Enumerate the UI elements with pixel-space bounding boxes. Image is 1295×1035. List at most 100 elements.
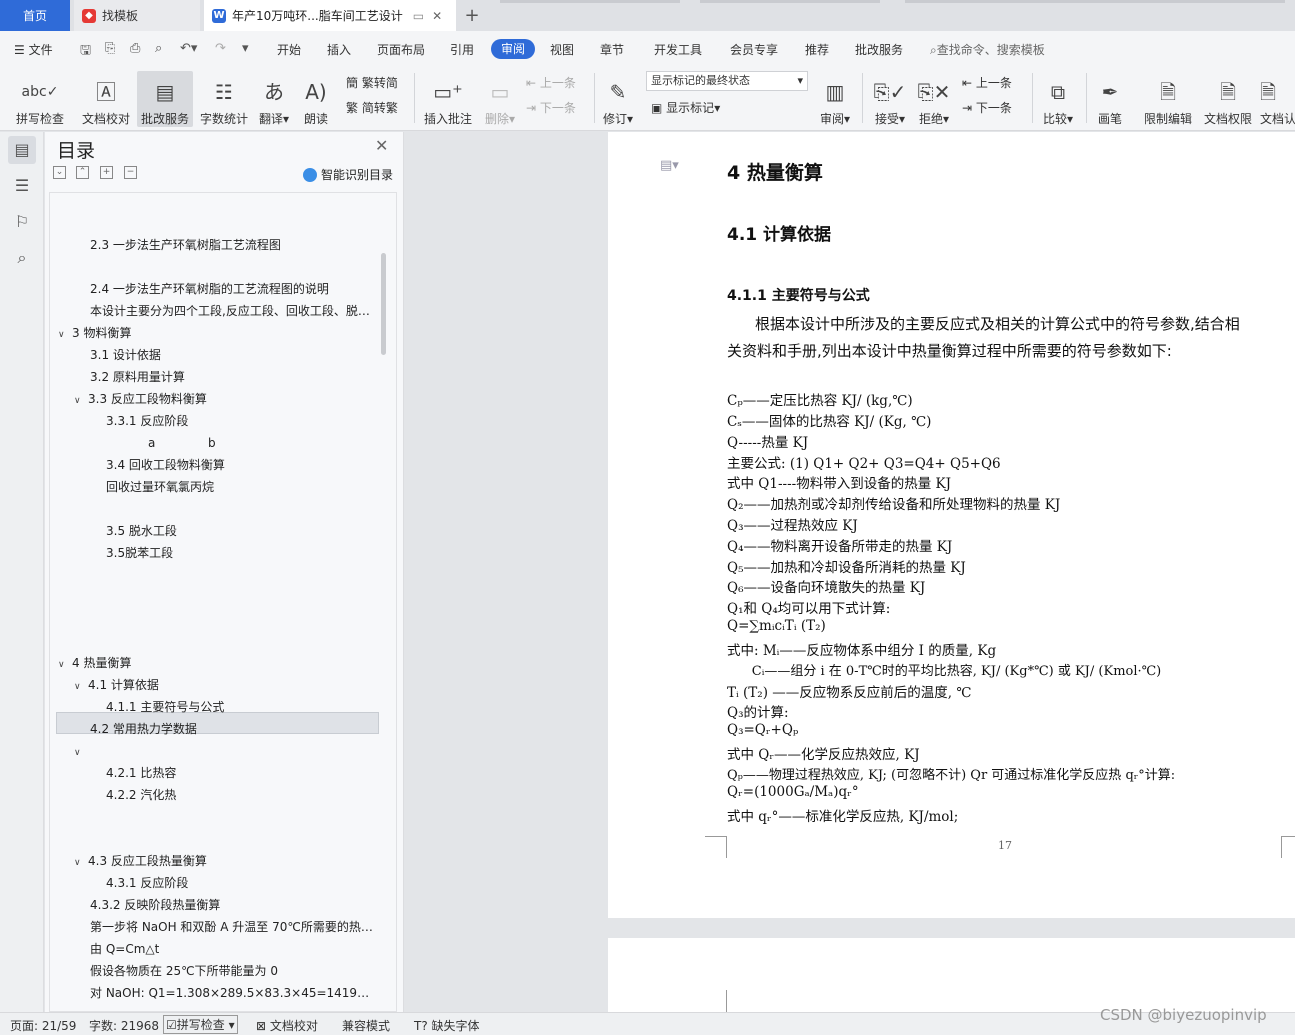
menu-correction-service[interactable]: 批改服务	[855, 40, 903, 60]
word-count-button[interactable]: ☷ 字数统计	[196, 71, 252, 127]
print-icon[interactable]: ⎙	[130, 41, 140, 56]
menu-references[interactable]: 引用	[450, 40, 474, 60]
missing-fonts[interactable]: T? 缺失字体	[414, 1017, 480, 1034]
save-icon[interactable]: 🖫	[80, 41, 91, 63]
toc-item[interactable]: 3.1 设计依据	[90, 344, 161, 366]
chevron-down-icon[interactable]: ∨	[74, 390, 88, 410]
document-page[interactable]: ▤▾ 4 热量衡算 4.1 计算依据 4.1.1 主要符号与公式 根据本设计中所…	[608, 132, 1295, 918]
toc-item[interactable]: 4.2.1 比热容	[106, 762, 176, 784]
chevron-down-icon[interactable]: ∨	[58, 324, 72, 344]
collapse-all-icon[interactable]: ⌃	[76, 166, 89, 179]
toc-item[interactable]: 4.2 常用热力学数据	[90, 718, 197, 740]
bookmark-icon[interactable]: ⚐	[8, 208, 36, 236]
toc-item[interactable]: 假设各物质在 25℃下所带能量为 0	[90, 960, 278, 982]
chevron-down-icon[interactable]: ∨	[58, 654, 72, 674]
menu-file[interactable]: ☰ 文件	[14, 40, 53, 60]
pen-button[interactable]: ✒ 画笔	[1092, 71, 1128, 127]
menu-developer[interactable]: 开发工具	[654, 40, 702, 60]
remove-heading-icon[interactable]: −	[124, 166, 137, 179]
toc-item[interactable]: 4.1.1 主要符号与公式	[106, 696, 224, 718]
document-proofread-button[interactable]: 🄰 文档校对	[78, 71, 134, 127]
chevron-down-icon[interactable]: ∨	[74, 852, 88, 872]
tab-document[interactable]: W 年产10万吨环...脂车间工艺设计 ▭ ✕	[204, 0, 456, 31]
toc-item[interactable]: 由 Q=Cm△t	[90, 938, 159, 960]
toc-item[interactable]: 本设计主要分为四个工段,反应工段、回收工段、脱…	[90, 300, 375, 322]
tab-home[interactable]: 首页	[0, 0, 70, 31]
document-certify-button[interactable]: 🗎 文档认	[1260, 71, 1295, 127]
markup-state-select[interactable]: 显示标记的最终状态 ▾	[646, 71, 808, 91]
add-heading-icon[interactable]: +	[100, 166, 113, 179]
toc-item[interactable]: ∨ 3.3 反应工段物料衡算	[74, 388, 207, 410]
toc-item[interactable]: 2.3 一步法生产环氧树脂工艺流程图	[90, 234, 281, 256]
track-changes-button[interactable]: ✎ 修订▾	[598, 71, 638, 127]
restrict-editing-button[interactable]: 🗎 限制编辑	[1140, 71, 1196, 127]
accept-button[interactable]: ⎘✓ 接受▾	[870, 71, 910, 127]
paragraph-menu-icon[interactable]: ▤▾	[660, 158, 679, 173]
close-icon[interactable]: ✕	[375, 136, 388, 155]
status-proofread[interactable]: ⊠ 文档校对	[256, 1017, 318, 1034]
trad-to-simp-button[interactable]: 簡 繁转简	[346, 74, 398, 92]
toc-item[interactable]: ∨ 3 物料衡算	[58, 322, 131, 344]
toc-item[interactable]: a	[148, 432, 155, 454]
menu-insert[interactable]: 插入	[327, 40, 351, 60]
toc-item[interactable]: ∨ 4.1 计算依据	[74, 674, 159, 696]
chevron-down-icon[interactable]: ∨	[74, 676, 88, 696]
smart-toc-button[interactable]: 智能识别目录	[303, 166, 393, 183]
review-pane-button[interactable]: ▥ 审阅▾	[816, 71, 854, 127]
toc-item[interactable]: 3.5 脱水工段	[106, 520, 177, 542]
toc-item[interactable]: ∨ 4.3 反应工段热量衡算	[74, 850, 207, 872]
prev-change-button[interactable]: ⇤ 上一条	[962, 74, 1012, 92]
insert-comment-button[interactable]: ▭⁺ 插入批注	[420, 71, 476, 127]
menu-member[interactable]: 会员专享	[730, 40, 778, 60]
toc-item[interactable]: 3.4 回收工段物料衡算	[106, 454, 225, 476]
simp-to-trad-button[interactable]: 繁 简转繁	[346, 99, 398, 117]
toc-item[interactable]: 对 NaOH: Q1=1.308×289.5×83.3×45=141985…	[90, 982, 375, 1004]
document-page[interactable]	[608, 938, 1295, 1012]
toc-item[interactable]: 2.4 一步法生产环氧树脂的工艺流程图的说明	[90, 278, 329, 300]
menu-page-layout[interactable]: 页面布局	[377, 40, 425, 60]
compare-button[interactable]: ⧉ 比较▾	[1038, 71, 1078, 127]
reject-button[interactable]: ⎘✕ 拒绝▾	[914, 71, 954, 127]
toc-item-selected[interactable]: ∨ 4 热量衡算	[58, 652, 131, 674]
expand-all-icon[interactable]: ⌄	[53, 166, 66, 179]
prev-comment-button[interactable]: ⇤ 上一条	[526, 74, 576, 92]
search-icon[interactable]: ⌕	[8, 244, 36, 272]
menu-chapter[interactable]: 章节	[600, 40, 624, 60]
menu-view[interactable]: 视图	[550, 40, 574, 60]
command-search[interactable]: ⌕查找命令、搜索模板	[930, 40, 1045, 60]
next-change-button[interactable]: ⇥ 下一条	[962, 99, 1012, 117]
document-permission-button[interactable]: 🗎 文档权限	[1200, 71, 1256, 127]
undo-icon[interactable]: ↶▾	[180, 41, 197, 56]
print-preview-icon[interactable]: ⌕	[155, 41, 162, 56]
menu-review[interactable]: 审阅	[491, 39, 536, 59]
toc-item[interactable]: 4.2.2 汽化热	[106, 784, 176, 806]
new-tab-button[interactable]: +	[458, 0, 486, 31]
toc-item[interactable]: ∨	[74, 740, 88, 762]
chevron-down-icon[interactable]: ∨	[74, 742, 88, 762]
monitor-icon[interactable]: ▭	[413, 9, 424, 23]
show-markup-button[interactable]: ▣ 显示标记▾	[651, 99, 720, 117]
toc-item[interactable]: 4.3.2 反映阶段热量衡算	[90, 894, 220, 916]
toc-item[interactable]: 3.3.1 反应阶段	[106, 410, 188, 432]
toc-item[interactable]: 3.2 原料用量计算	[90, 366, 185, 388]
quick-access-more-icon[interactable]: ▾	[242, 41, 249, 56]
toc-item[interactable]: 4.3.1 反应阶段	[106, 872, 188, 894]
toc-scrollbar[interactable]	[381, 253, 386, 355]
read-aloud-button[interactable]: A) 朗读	[298, 71, 334, 127]
tab-templates[interactable]: ◆ 找模板	[74, 0, 200, 31]
menu-recommend[interactable]: 推荐	[805, 40, 829, 60]
outline-icon[interactable]: ▤	[8, 136, 36, 164]
redo-icon[interactable]: ↷	[215, 41, 226, 56]
chapter-nav-icon[interactable]: ☰	[8, 172, 36, 200]
review-service-button[interactable]: ▤ 批改服务	[137, 71, 193, 127]
toc-item[interactable]: 3.5脱苯工段	[106, 542, 173, 564]
next-comment-button[interactable]: ⇥ 下一条	[526, 99, 576, 117]
menu-start[interactable]: 开始	[277, 40, 301, 60]
toc-item[interactable]: 第一步将 NaOH 和双酚 A 升温至 70℃所需要的热…	[90, 916, 375, 938]
tab-close-icon[interactable]: ✕	[432, 9, 442, 23]
word-count-indicator[interactable]: 字数: 21968	[89, 1017, 159, 1034]
translate-button[interactable]: あ翻译▾	[254, 71, 294, 127]
status-spell-check[interactable]: ☑拼写检查 ▾	[163, 1015, 238, 1034]
export-pdf-icon[interactable]: ⎘	[105, 41, 115, 56]
toc-item[interactable]: 回收过量环氧氯丙烷	[106, 476, 214, 498]
